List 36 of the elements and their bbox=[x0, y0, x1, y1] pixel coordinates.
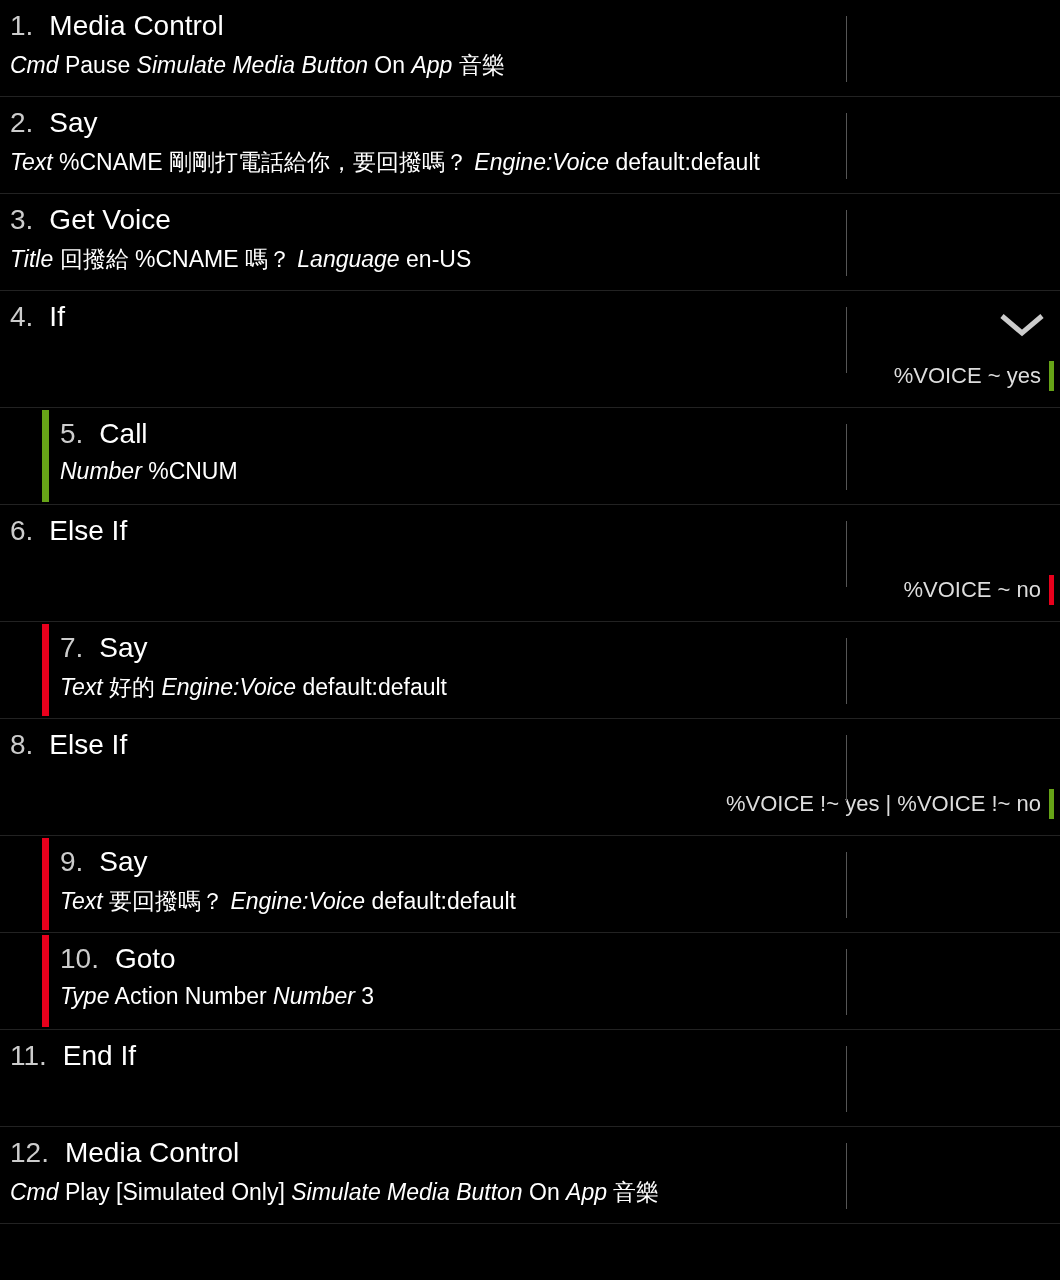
action-title[interactable]: Say bbox=[99, 632, 148, 664]
action-params: Title 回撥給 %CNAME 嗎？ Language en-US bbox=[10, 245, 473, 274]
step-number: 12. bbox=[10, 1137, 49, 1169]
condition-text: %VOICE ~ yes bbox=[893, 363, 1041, 389]
action-params: Text %CNAME 剛剛打電話給你，要回撥嗎？ Engine:Voice default:default bbox=[10, 148, 761, 177]
action-title[interactable]: Say bbox=[99, 846, 148, 878]
action-title[interactable]: If bbox=[49, 301, 65, 333]
action-title[interactable]: Else If bbox=[49, 515, 128, 547]
action-params: Text 好的 Engine:Voice default:default bbox=[60, 673, 448, 702]
action-params: Cmd Play [Simulated Only] Simulate Media Button On App 音樂 bbox=[10, 1178, 661, 1207]
action-title[interactable]: End If bbox=[62, 1040, 137, 1072]
action-params: Text 要回撥嗎？ Engine:Voice default:default bbox=[60, 887, 517, 916]
action-title[interactable]: Get Voice bbox=[49, 204, 171, 236]
action-params: Number %CNUM bbox=[60, 458, 239, 485]
step-number: 1. bbox=[10, 10, 34, 42]
action-params: Cmd Pause Simulate Media Button On App 音樂 bbox=[10, 51, 506, 80]
action-params: Type Action Number Number 3 bbox=[60, 983, 376, 1010]
step-number: 7. bbox=[60, 632, 84, 664]
step-number: 5. bbox=[60, 418, 84, 450]
condition-text: %VOICE ~ no bbox=[903, 577, 1041, 603]
step-number: 6. bbox=[10, 515, 34, 547]
step-number: 3. bbox=[10, 204, 34, 236]
step-number: 10. bbox=[60, 943, 99, 975]
step-number: 2. bbox=[10, 107, 34, 139]
action-title[interactable]: Goto bbox=[114, 943, 176, 975]
step-number: 9. bbox=[60, 846, 84, 878]
action-title[interactable]: Else If bbox=[49, 729, 128, 761]
step-number: 11. bbox=[10, 1040, 47, 1072]
action-title[interactable]: Media Control bbox=[64, 1137, 240, 1169]
chevron-down-icon[interactable] bbox=[1000, 313, 1044, 337]
action-title[interactable]: Media Control bbox=[49, 10, 224, 42]
condition-text: %VOICE !~ yes | %VOICE !~ no bbox=[725, 791, 1041, 817]
step-number: 4. bbox=[10, 301, 34, 333]
action-title[interactable]: Say bbox=[49, 107, 98, 139]
step-number: 8. bbox=[10, 729, 34, 761]
action-title[interactable]: Call bbox=[99, 418, 148, 450]
